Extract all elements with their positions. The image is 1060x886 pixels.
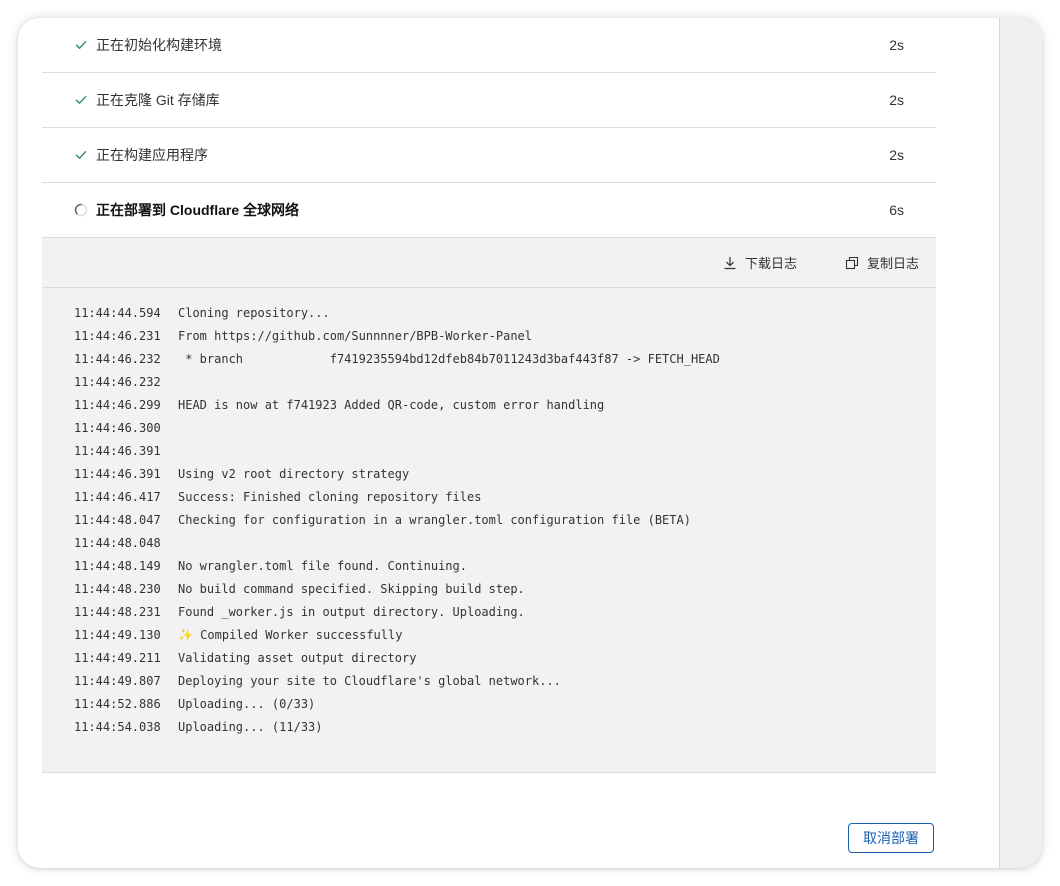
log-line: 11:44:48.048 (74, 532, 936, 555)
check-icon (74, 93, 88, 107)
log-message: Checking for configuration in a wrangler… (178, 513, 691, 527)
log-timestamp: 11:44:46.232 (74, 375, 161, 389)
build-step-label: 正在构建应用程序 (96, 147, 208, 163)
log-timestamp: 11:44:46.391 (74, 467, 161, 481)
log-timestamp: 11:44:49.807 (74, 674, 161, 688)
log-output: 11:44:44.594 Cloning repository... 11:44:4… (42, 288, 936, 772)
log-timestamp: 11:44:48.231 (74, 605, 161, 619)
log-message: Using v2 root directory strategy (178, 467, 410, 481)
spinner-icon (74, 203, 88, 217)
log-line: 11:44:48.149 No wrangler.toml file found.… (74, 555, 936, 578)
build-step-label: 正在初始化构建环境 (96, 37, 222, 53)
log-message: Deploying your site to Cloudflare's glob… (178, 674, 561, 688)
log-line: 11:44:46.391 Using v2 root directory stra… (74, 463, 936, 486)
log-line: 11:44:48.047 Checking for configuration i… (74, 509, 936, 532)
download-log-button[interactable]: 下载日志 (723, 253, 797, 272)
build-step-duration: 2s (889, 92, 904, 108)
build-step-row: 正在构建应用程序 2s (42, 128, 936, 183)
log-timestamp: 11:44:46.231 (74, 329, 161, 343)
log-toolbar: 下载日志 复制日志 (42, 238, 936, 288)
build-step-row: 正在初始化构建环境 2s (42, 18, 936, 73)
log-message: * branch f7419235594bd12dfeb84b7011243d3… (178, 352, 720, 366)
log-message: No wrangler.toml file found. Continuing. (178, 559, 467, 573)
build-step-row: 正在部署到 Cloudflare 全球网络 6s (42, 183, 936, 238)
check-icon (74, 148, 88, 162)
log-timestamp: 11:44:49.130 (74, 628, 161, 642)
log-message: Success: Finished cloning repository fil… (178, 490, 482, 504)
log-line: 11:44:49.807 Deploying your site to Cloud… (74, 670, 936, 693)
log-line: 11:44:44.594 Cloning repository... (74, 302, 936, 325)
build-step-duration: 2s (889, 147, 904, 163)
cancel-deployment-button[interactable]: 取消部署 (848, 823, 934, 853)
build-step-row: 正在克隆 Git 存储库 2s (42, 73, 936, 128)
log-message: HEAD is now at f741923 Added QR-code, cu… (178, 398, 605, 412)
log-timestamp: 11:44:46.417 (74, 490, 161, 504)
log-line: 11:44:54.038 Uploading... (11/33) (74, 716, 936, 739)
log-message: Validating asset output directory (178, 651, 417, 665)
log-message: ✨ Compiled Worker successfully (178, 628, 403, 642)
log-timestamp: 11:44:48.149 (74, 559, 161, 573)
log-message: Uploading... (11/33) (178, 720, 323, 734)
log-line: 11:44:46.300 (74, 417, 936, 440)
log-line: 11:44:46.232 * branch f7419235594bd12dfe… (74, 348, 936, 371)
log-timestamp: 11:44:48.230 (74, 582, 161, 596)
log-line: 11:44:46.417 Success: Finished cloning re… (74, 486, 936, 509)
build-step-duration: 6s (889, 202, 904, 218)
copy-icon (845, 256, 859, 270)
log-timestamp: 11:44:54.038 (74, 720, 161, 734)
log-timestamp: 11:44:46.391 (74, 444, 161, 458)
log-line: 11:44:46.231 From https://github.com/Sunn… (74, 325, 936, 348)
log-line: 11:44:48.231 Found _worker.js in output d… (74, 601, 936, 624)
copy-log-button[interactable]: 复制日志 (845, 253, 919, 272)
build-step-duration: 2s (889, 37, 904, 53)
scrollbar[interactable] (999, 18, 1042, 868)
log-panel: 下载日志 复制日志 11:44:44.594 Cloning repository… (42, 238, 936, 773)
log-line: 11:44:49.211 Validating asset output dire… (74, 647, 936, 670)
log-message: From https://github.com/Sunnnner/BPB-Wor… (178, 329, 533, 343)
log-line: 11:44:52.886 Uploading... (0/33) (74, 693, 936, 716)
log-line: 11:44:46.391 (74, 440, 936, 463)
log-line: 11:44:46.232 (74, 371, 936, 394)
log-timestamp: 11:44:48.047 (74, 513, 161, 527)
log-message: No build command specified. Skipping bui… (178, 582, 525, 596)
log-line: 11:44:48.230 No build command specified. … (74, 578, 936, 601)
log-message: Uploading... (0/33) (178, 697, 316, 711)
build-step-label: 正在克隆 Git 存储库 (96, 92, 220, 108)
download-icon (723, 256, 737, 270)
log-line: 11:44:46.299 HEAD is now at f741923 Added… (74, 394, 936, 417)
copy-log-label: 复制日志 (866, 256, 919, 271)
deployment-content: 正在初始化构建环境 2s 正在克隆 Git 存储库 2s 正在构建应用程序 2s 正在部署到… (42, 18, 936, 773)
log-message: Found _worker.js in output directory. Up… (178, 605, 525, 619)
log-timestamp: 11:44:52.886 (74, 697, 161, 711)
log-timestamp: 11:44:48.048 (74, 536, 161, 550)
log-message: Cloning repository... (178, 306, 330, 320)
check-icon (74, 38, 88, 52)
download-log-label: 下载日志 (744, 256, 797, 271)
log-timestamp: 11:44:46.300 (74, 421, 161, 435)
deployment-window: 正在初始化构建环境 2s 正在克隆 Git 存储库 2s 正在构建应用程序 2s 正在部署到… (18, 18, 1042, 868)
log-timestamp: 11:44:46.232 (74, 352, 161, 366)
build-step-label: 正在部署到 Cloudflare 全球网络 (96, 202, 300, 218)
log-timestamp: 11:44:46.299 (74, 398, 161, 412)
log-timestamp: 11:44:49.211 (74, 651, 161, 665)
log-timestamp: 11:44:44.594 (74, 306, 161, 320)
build-steps: 正在初始化构建环境 2s 正在克隆 Git 存储库 2s 正在构建应用程序 2s 正在部署到… (42, 18, 936, 238)
log-line: 11:44:49.130 ✨ Compiled Worker successful… (74, 624, 936, 647)
